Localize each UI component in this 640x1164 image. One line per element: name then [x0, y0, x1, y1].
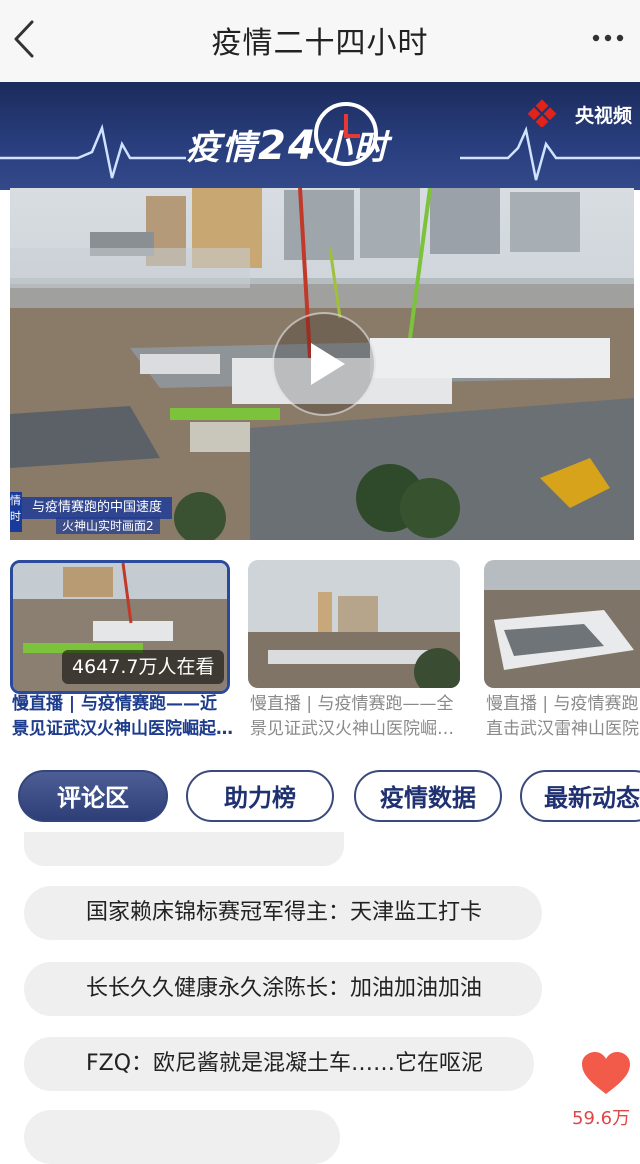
thumbnail-caption-1[interactable]: 慢直播 | 与疫情赛跑——近景见证武汉火神山医院崛起… — [12, 692, 234, 742]
video-caption: 与疫情赛跑的中国速度 — [22, 497, 173, 519]
play-button[interactable] — [272, 312, 376, 416]
comment-bubble-partial — [24, 832, 344, 866]
page-title: 疫情二十四小时 — [211, 26, 429, 61]
top-bar: 疫情二十四小时 — [0, 0, 640, 83]
more-dots-icon — [592, 34, 624, 42]
cctv-logo-icon — [528, 99, 557, 127]
tab-support-ranking[interactable]: 助力榜 — [186, 770, 334, 822]
comment-bubble: 国家赖床锦标赛冠军得主：天津监工打卡 — [24, 886, 542, 940]
comment-bubble-partial — [24, 1110, 340, 1164]
like-count: 59.6万 — [572, 1108, 631, 1129]
tab-latest-news[interactable]: 最新动态 — [520, 770, 640, 822]
thumbnail-image — [484, 560, 640, 688]
thumbnail-caption-3[interactable]: 慢直播 | 与疫情赛跑 直击武汉雷神山医院 — [486, 692, 640, 742]
tab-epidemic-data[interactable]: 疫情数据 — [354, 770, 502, 822]
tab-comments[interactable]: 评论区 — [18, 770, 168, 822]
thumbnail-image — [248, 560, 460, 688]
thumbnail-card-2[interactable] — [248, 560, 460, 688]
comment-bubble: 长长久久健康永久涂陈长：加油加油加油 — [24, 962, 542, 1016]
thumbnail-caption-2[interactable]: 慢直播 | 与疫情赛跑——全景见证武汉火神山医院崛… — [250, 692, 468, 742]
comment-bubble: FZQ：欧尼酱就是混凝土车……它在呕泥 — [24, 1037, 534, 1091]
viewer-count: 4647.7万人在看 — [62, 650, 225, 684]
video-side-caption: 情时 — [10, 492, 22, 532]
video-subcaption: 火神山实时画面2 — [56, 517, 160, 534]
brand-name: 央视频 — [574, 105, 632, 127]
heart-like-icon[interactable] — [580, 1050, 632, 1098]
thumbnail-card-3[interactable] — [484, 560, 640, 688]
banner-title: 疫情24小时 — [186, 123, 390, 169]
more-button[interactable] — [590, 26, 626, 50]
